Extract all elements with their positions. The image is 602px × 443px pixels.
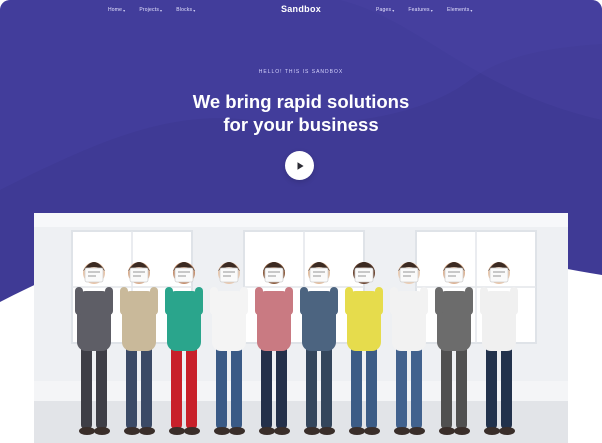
chevron-down-icon: ▾ xyxy=(430,7,433,13)
hero-headline: We bring rapid solutions for your busine… xyxy=(0,90,602,136)
hero-headline-line-1: We bring rapid solutions xyxy=(192,91,410,112)
nav-item-features[interactable]: Features ▾ xyxy=(408,7,433,13)
nav-item-label: Pages xyxy=(376,7,392,13)
top-navigation: Home ▾ Projects ▾ Blocks ▾ Sandbox Pages ▾ F… xyxy=(0,0,602,24)
hero-eyebrow: HELLO! THIS IS SANDBOX xyxy=(258,69,344,75)
team-photo-illustration xyxy=(34,213,568,443)
nav-item-label: Elements xyxy=(446,7,470,13)
nav-item-elements[interactable]: Elements ▾ xyxy=(447,7,473,13)
play-icon xyxy=(297,161,304,170)
chevron-down-icon: ▾ xyxy=(392,7,395,13)
team-photo xyxy=(34,213,568,443)
play-video-button[interactable] xyxy=(285,151,314,180)
landing-page: Home ▾ Projects ▾ Blocks ▾ Sandbox Pages ▾ F… xyxy=(0,0,602,443)
brand-logo[interactable]: Sandbox xyxy=(0,4,602,14)
nav-right-group: Pages ▾ Features ▾ Elements ▾ xyxy=(376,7,473,13)
chevron-down-icon: ▾ xyxy=(470,7,473,13)
hero-headline-line-2: for your business xyxy=(223,114,379,135)
nav-item-label: Features xyxy=(408,7,430,13)
nav-item-pages[interactable]: Pages ▾ xyxy=(376,7,394,13)
